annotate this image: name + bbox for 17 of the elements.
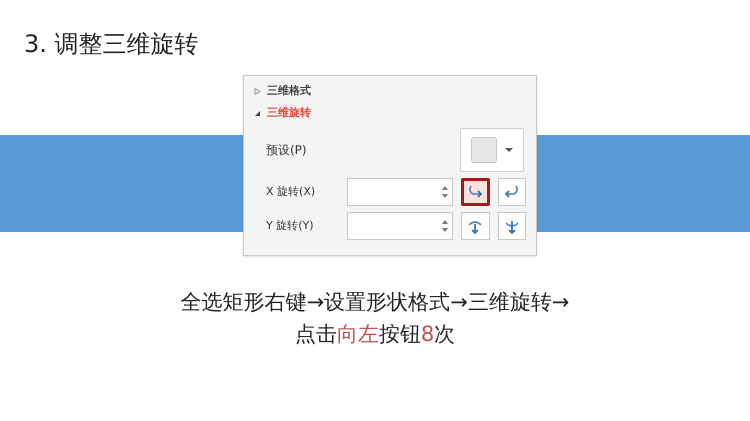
- section-header[interactable]: 三维格式: [267, 82, 311, 100]
- spinner-arrows-icon: [441, 218, 450, 234]
- instruction-text: 全选矩形右键→设置形状格式→三维旋转→: [180, 289, 570, 316]
- rotation-label: Y 旋转(Y): [266, 218, 315, 234]
- instruction-text: 点击向左按钮8次: [294, 321, 456, 348]
- preset-swatch-icon: [471, 137, 497, 163]
- rotation-spin-field[interactable]: [347, 212, 454, 240]
- preset-label: 预设(P): [266, 142, 307, 159]
- expanded-triangle-icon[interactable]: [254, 110, 261, 116]
- collapsed-triangle-icon[interactable]: [254, 88, 261, 94]
- section-header[interactable]: 三维旋转: [267, 104, 311, 122]
- rotation-spin-field[interactable]: [347, 178, 453, 206]
- rotation-label: X 旋转(X): [266, 184, 316, 200]
- rotate-button[interactable]: [460, 178, 490, 206]
- slide-title: 3. 调整三维旋转: [24, 29, 199, 60]
- spinner-arrows-icon: [440, 184, 449, 200]
- dropdown-caret-icon: [505, 148, 513, 152]
